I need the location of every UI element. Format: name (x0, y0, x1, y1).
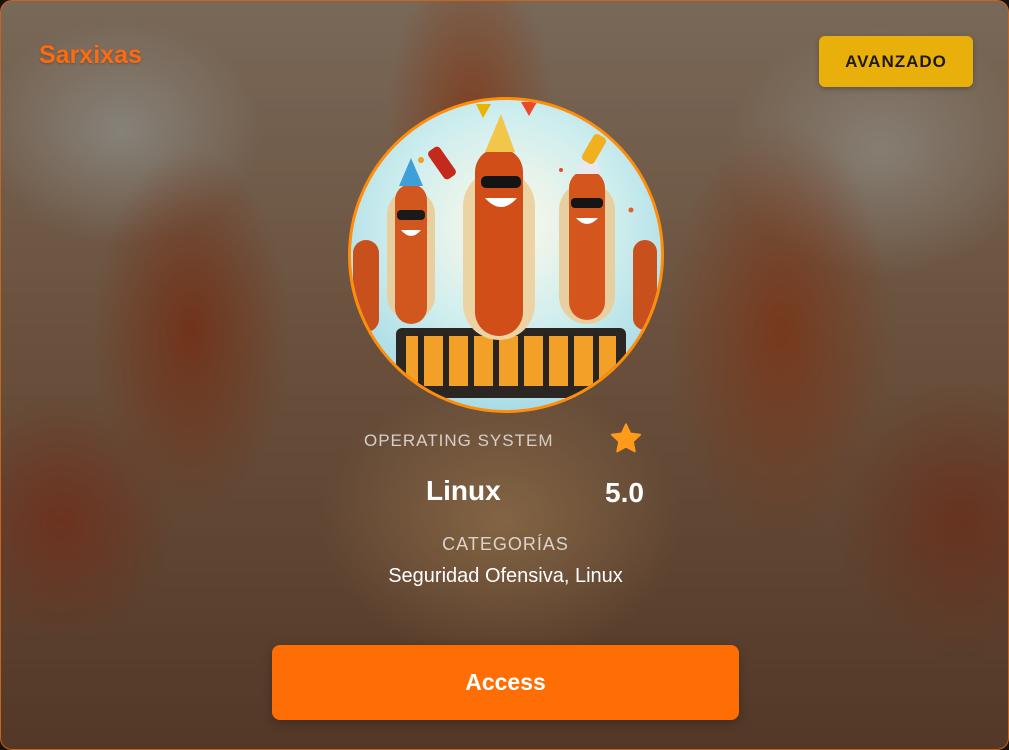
machine-title: Sarxixas (39, 41, 142, 69)
difficulty-badge: AVANZADO (819, 36, 973, 87)
operating-system-value: Linux (426, 475, 501, 506)
machine-avatar-image (348, 97, 664, 413)
machine-card: Sarxixas AVANZADO OPERATING SYSTEM Linux… (0, 0, 1009, 750)
rating-value: 5.0 (605, 477, 644, 508)
categories-label: CATEGORÍAS (442, 534, 569, 554)
operating-system-label: OPERATING SYSTEM (364, 431, 554, 450)
categories-value: Seguridad Ofensiva, Linux (388, 565, 623, 587)
star-icon (608, 421, 644, 462)
access-button[interactable]: Access (272, 645, 739, 720)
